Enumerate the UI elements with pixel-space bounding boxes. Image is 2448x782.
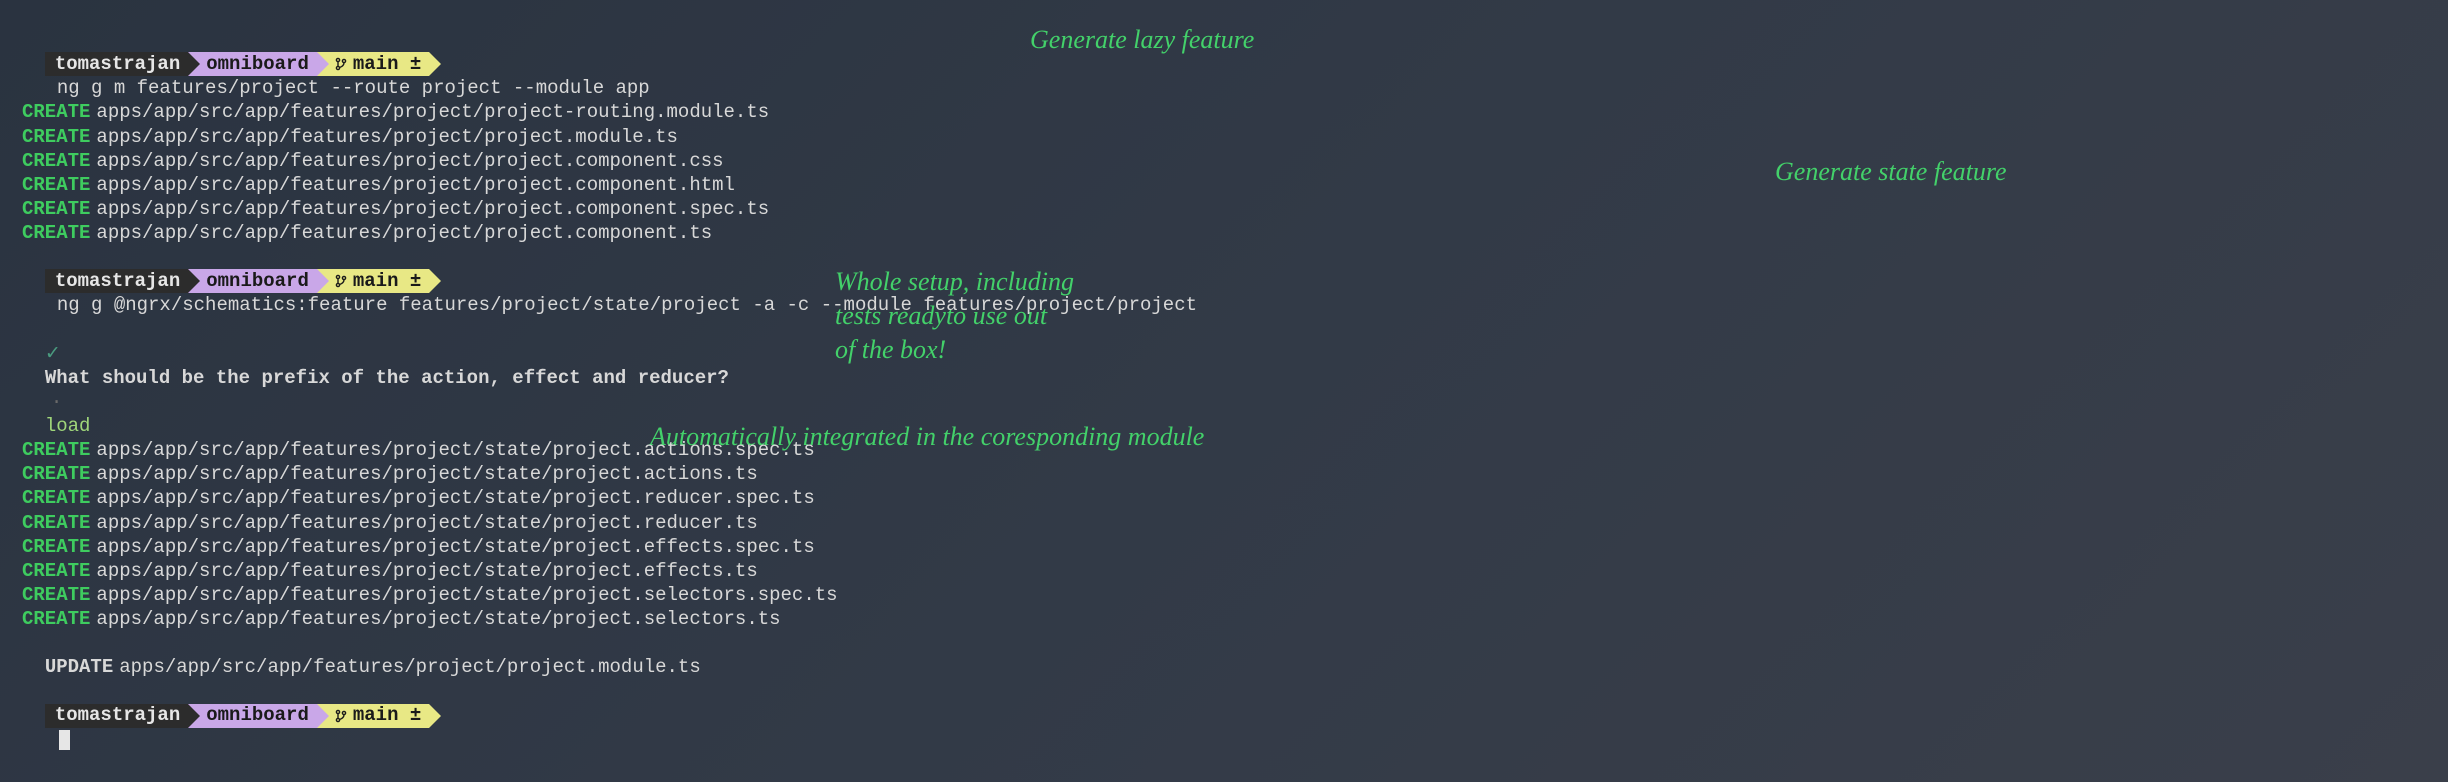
output-create-line: CREATE apps/app/src/app/features/project/… — [22, 438, 2426, 462]
create-label: CREATE — [22, 608, 90, 630]
prompt-branch-segment: main ± — [317, 52, 429, 76]
prompt-project-segment: omniboard — [188, 269, 317, 293]
prompt-branch: main ± — [353, 703, 421, 727]
git-branch-icon — [335, 709, 347, 723]
file-path: apps/app/src/app/features/project/projec… — [96, 198, 769, 220]
create-label: CREATE — [22, 150, 90, 172]
create-label: CREATE — [22, 584, 90, 606]
output-update-line: UPDATE apps/app/src/app/features/project/… — [22, 631, 2426, 679]
prompt-project-segment: omniboard — [188, 52, 317, 76]
shell-prompt[interactable]: tomastrajan omniboard main ± — [45, 269, 429, 293]
output-create-line: CREATE apps/app/src/app/features/project/… — [22, 197, 2426, 221]
update-label: UPDATE — [45, 656, 113, 678]
create-label: CREATE — [22, 174, 90, 196]
command-input[interactable]: ng g m features/project --route project … — [57, 77, 650, 99]
create-label: CREATE — [22, 126, 90, 148]
output-create-line: CREATE apps/app/src/app/features/project/… — [22, 221, 2426, 245]
prompt-project-segment: omniboard — [188, 704, 317, 728]
git-branch-icon — [335, 57, 347, 71]
prompt-user: tomastrajan — [55, 52, 180, 76]
create-label: CREATE — [22, 439, 90, 461]
separator-dot: · — [51, 391, 62, 413]
check-icon: ✓ — [45, 343, 61, 365]
prompt-question-line: ✓ What should be the prefix of the actio… — [22, 318, 2426, 439]
terminal-line: tomastrajan omniboard main ± ng g @ngrx/… — [22, 245, 2426, 317]
file-path: apps/app/src/app/features/project/projec… — [96, 150, 723, 172]
file-path: apps/app/src/app/features/project/projec… — [119, 656, 701, 678]
file-path: apps/app/src/app/features/project/state/… — [96, 512, 757, 534]
prompt-project: omniboard — [206, 52, 309, 76]
output-create-line: CREATE apps/app/src/app/features/project/… — [22, 462, 2426, 486]
prompt-project: omniboard — [206, 703, 309, 727]
question-text: What should be the prefix of the action,… — [45, 367, 729, 389]
output-create-line: CREATE apps/app/src/app/features/project/… — [22, 149, 2426, 173]
terminal-line: tomastrajan omniboard main ± ng g m feat… — [22, 28, 2426, 100]
prompt-user: tomastrajan — [55, 703, 180, 727]
create-label: CREATE — [22, 101, 90, 123]
file-path: apps/app/src/app/features/project/state/… — [96, 584, 837, 606]
output-create-line: CREATE apps/app/src/app/features/project/… — [22, 511, 2426, 535]
output-create-line: CREATE apps/app/src/app/features/project/… — [22, 100, 2426, 124]
file-path: apps/app/src/app/features/project/projec… — [96, 174, 735, 196]
create-label: CREATE — [22, 487, 90, 509]
shell-prompt[interactable]: tomastrajan omniboard main ± — [45, 52, 429, 76]
output-create-line: CREATE apps/app/src/app/features/project/… — [22, 173, 2426, 197]
create-label: CREATE — [22, 560, 90, 582]
create-label: CREATE — [22, 512, 90, 534]
create-label: CREATE — [22, 536, 90, 558]
file-path: apps/app/src/app/features/project/state/… — [96, 536, 814, 558]
file-path: apps/app/src/app/features/project/state/… — [96, 463, 757, 485]
file-path: apps/app/src/app/features/project/state/… — [96, 439, 814, 461]
cursor[interactable] — [59, 730, 70, 750]
prompt-project: omniboard — [206, 269, 309, 293]
output-create-line: CREATE apps/app/src/app/features/project/… — [22, 535, 2426, 559]
create-label: CREATE — [22, 463, 90, 485]
create-label: CREATE — [22, 222, 90, 244]
output-create-line: CREATE apps/app/src/app/features/project/… — [22, 559, 2426, 583]
file-path: apps/app/src/app/features/project/state/… — [96, 608, 780, 630]
output-create-line: CREATE apps/app/src/app/features/project/… — [22, 486, 2426, 510]
output-create-line: CREATE apps/app/src/app/features/project/… — [22, 125, 2426, 149]
prompt-branch: main ± — [353, 52, 421, 76]
shell-prompt[interactable]: tomastrajan omniboard main ± — [45, 704, 429, 728]
question-answer[interactable]: load — [45, 415, 91, 437]
terminal-line: tomastrajan omniboard main ± — [22, 679, 2426, 751]
output-create-line: CREATE apps/app/src/app/features/project/… — [22, 607, 2426, 631]
file-path: apps/app/src/app/features/project/projec… — [96, 222, 712, 244]
prompt-user-segment: tomastrajan — [45, 269, 188, 293]
prompt-user: tomastrajan — [55, 269, 180, 293]
file-path: apps/app/src/app/features/project/state/… — [96, 560, 757, 582]
output-create-line: CREATE apps/app/src/app/features/project/… — [22, 583, 2426, 607]
file-path: apps/app/src/app/features/project/projec… — [96, 101, 769, 123]
create-label: CREATE — [22, 198, 90, 220]
prompt-branch-segment: main ± — [317, 269, 429, 293]
prompt-user-segment: tomastrajan — [45, 704, 188, 728]
prompt-user-segment: tomastrajan — [45, 52, 188, 76]
file-path: apps/app/src/app/features/project/state/… — [96, 487, 814, 509]
file-path: apps/app/src/app/features/project/projec… — [96, 126, 678, 148]
prompt-branch-segment: main ± — [317, 704, 429, 728]
prompt-branch: main ± — [353, 269, 421, 293]
command-input[interactable]: ng g @ngrx/schematics:feature features/p… — [57, 294, 1197, 316]
git-branch-icon — [335, 274, 347, 288]
